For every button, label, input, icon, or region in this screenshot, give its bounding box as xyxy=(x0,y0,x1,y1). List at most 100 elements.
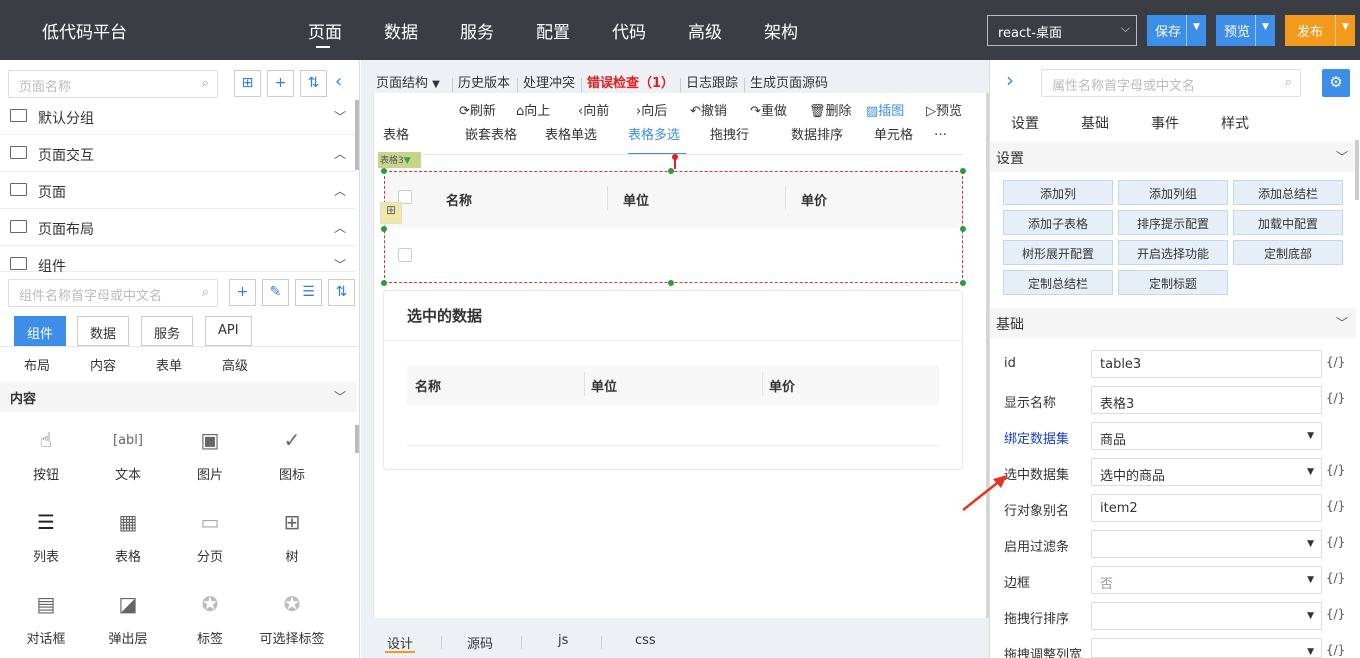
caret-down-icon[interactable]: ▼ xyxy=(1186,15,1206,46)
enable-selection-button[interactable]: 开启选择功能 xyxy=(1118,240,1228,265)
prop-bind-dataset-select[interactable]: 商品 ▼ xyxy=(1091,422,1322,450)
canvas-tab-table[interactable]: 表格 xyxy=(383,124,409,143)
wrench-button[interactable]: ✎ xyxy=(262,279,289,306)
component-list[interactable]: ☰ 列表 xyxy=(6,510,86,565)
save-button[interactable]: 保存 ▼ xyxy=(1147,15,1206,46)
backward-action[interactable]: ›向后 xyxy=(636,100,667,119)
prop-id-input[interactable]: table3 xyxy=(1091,350,1322,378)
resize-handle[interactable] xyxy=(381,168,387,174)
component-table[interactable]: ▦ 表格 xyxy=(88,510,168,565)
prop-row-alias-input[interactable]: item2 xyxy=(1091,494,1322,522)
prop-drag-row-sort-select[interactable]: ▼ xyxy=(1091,602,1322,630)
resize-handle[interactable] xyxy=(960,280,966,286)
tab-service[interactable]: 服务 xyxy=(141,316,194,346)
preview-action[interactable]: ▷预览 xyxy=(926,100,962,119)
canvas-tab-nested[interactable]: 嵌套表格 xyxy=(465,124,517,143)
resize-handle[interactable] xyxy=(960,226,966,232)
subtab-form[interactable]: 表单 xyxy=(156,355,182,374)
tab-css[interactable]: css xyxy=(635,633,656,648)
forward-action[interactable]: ‹向前 xyxy=(578,100,609,119)
add-summary-button[interactable]: 添加总结栏 xyxy=(1233,180,1343,205)
subtab-content[interactable]: 内容 xyxy=(90,355,116,374)
prop-label-bind-dataset[interactable]: 绑定数据集 xyxy=(1004,428,1069,447)
page-group-page[interactable]: 页面 ︿ xyxy=(0,173,356,209)
scrollbar[interactable] xyxy=(1355,140,1359,200)
nav-service[interactable]: 服务 xyxy=(460,18,494,43)
component-icon[interactable]: ✓ 图标 xyxy=(252,428,332,483)
canvas-tab-multi[interactable]: 表格多选 xyxy=(628,124,680,143)
canvas-tab-drag[interactable]: 拖拽行 xyxy=(710,124,749,143)
gear-icon[interactable]: ⚙ xyxy=(1322,69,1350,97)
component-tree[interactable]: ⊞ 树 xyxy=(252,510,332,565)
sort-tip-config-button[interactable]: 排序提示配置 xyxy=(1118,210,1228,235)
add-folder-button[interactable]: ⊞ xyxy=(234,70,261,97)
page-group-component[interactable]: 组件 ﹀ xyxy=(0,247,356,275)
settings-section-header[interactable]: 设置 ﹀ xyxy=(990,142,1356,172)
nav-advanced[interactable]: 高级 xyxy=(688,18,722,43)
expression-button[interactable]: {/} xyxy=(1326,535,1345,549)
component-text[interactable]: [abl] 文本 xyxy=(88,428,168,483)
delete-action[interactable]: 🗑删除 xyxy=(809,100,852,119)
undo-action[interactable]: ↶撤销 xyxy=(690,100,727,119)
canvas-tab-more[interactable]: … xyxy=(934,124,947,139)
expression-button[interactable]: {/} xyxy=(1326,355,1345,369)
sort-components-button[interactable]: ⇅ xyxy=(328,279,355,306)
property-search-input[interactable]: 属性名称首字母或中文名 ⌕ xyxy=(1041,69,1301,97)
history-version[interactable]: 历史版本 xyxy=(458,72,510,91)
prop-border-select[interactable]: 否 ▼ xyxy=(1091,566,1322,594)
project-select[interactable]: react-桌面 ⌵ xyxy=(987,15,1137,46)
insert-image-action[interactable]: ▨插图 xyxy=(866,100,904,119)
component-checkable-tag[interactable]: ✪ 可选择标签 xyxy=(252,592,332,647)
expression-button[interactable]: {/} xyxy=(1326,571,1345,585)
page-group-default[interactable]: 默认分组 ﹀ xyxy=(0,99,356,135)
tree-expand-config-button[interactable]: 树形展开配置 xyxy=(1003,240,1113,265)
add-column-group-button[interactable]: 添加列组 xyxy=(1118,180,1228,205)
custom-summary-button[interactable]: 定制总结栏 xyxy=(1003,270,1113,295)
collapse-left-icon[interactable]: ‹ xyxy=(335,71,342,92)
preview-button[interactable]: 预览 ▼ xyxy=(1216,15,1275,46)
component-tag[interactable]: ✪ 标签 xyxy=(170,592,250,647)
publish-button[interactable]: 发布 ▼ xyxy=(1285,15,1355,46)
component-search-input[interactable]: 组件名称首字母或中文名 ⌕ xyxy=(8,279,218,307)
resize-handle[interactable] xyxy=(381,226,387,232)
prop-display-name-input[interactable]: 表格3 xyxy=(1091,386,1322,414)
tab-components[interactable]: 组件 xyxy=(14,316,67,346)
nav-page[interactable]: 页面 xyxy=(308,18,342,43)
caret-down-icon[interactable]: ▼ xyxy=(1255,15,1275,46)
nav-architecture[interactable]: 架构 xyxy=(764,18,798,43)
tab-source[interactable]: 源码 xyxy=(467,633,493,652)
scrollbar[interactable] xyxy=(355,100,359,170)
rotate-handle[interactable] xyxy=(672,154,678,160)
sort-button[interactable]: ⇅ xyxy=(300,70,327,97)
component-image[interactable]: ▣ 图片 xyxy=(170,428,250,483)
custom-title-button[interactable]: 定制标题 xyxy=(1118,270,1228,295)
prop-filter-bar-select[interactable]: ▼ xyxy=(1091,530,1322,558)
tab-js[interactable]: js xyxy=(558,633,568,648)
tab-style[interactable]: 样式 xyxy=(1221,113,1249,133)
tab-design[interactable]: 设计 xyxy=(387,633,413,652)
indent-button[interactable]: ☰ xyxy=(295,279,322,306)
page-group-interaction[interactable]: 页面交互 ︿ xyxy=(0,136,356,172)
resize-handle[interactable] xyxy=(960,168,966,174)
row-checkbox[interactable] xyxy=(398,248,412,262)
add-subtable-button[interactable]: 添加子表格 xyxy=(1003,210,1113,235)
page-structure-menu[interactable]: 页面结构 ▼ xyxy=(376,72,440,91)
error-check[interactable]: 错误检查（1） xyxy=(587,72,674,91)
tab-settings[interactable]: 设置 xyxy=(1011,113,1039,133)
content-section-header[interactable]: 内容 ﹀ xyxy=(0,382,356,412)
expression-button[interactable]: {/} xyxy=(1326,463,1345,477)
canvas-tab-cell[interactable]: 单元格 xyxy=(874,124,913,143)
table-icon[interactable]: ⊞ xyxy=(380,202,402,224)
expression-button[interactable]: {/} xyxy=(1326,391,1345,405)
scrollbar[interactable] xyxy=(355,425,359,453)
log-trace[interactable]: 日志跟踪 xyxy=(686,72,738,91)
custom-footer-button[interactable]: 定制底部 xyxy=(1233,240,1343,265)
prop-selected-dataset-select[interactable]: 选中的商品 ▼ xyxy=(1091,458,1322,486)
nav-data[interactable]: 数据 xyxy=(384,18,418,43)
caret-down-icon[interactable]: ▼ xyxy=(1335,15,1355,46)
refresh-action[interactable]: ⟳刷新 xyxy=(459,100,496,119)
redo-action[interactable]: ↷重做 xyxy=(750,100,787,119)
prop-resize-column-select[interactable]: ▼ xyxy=(1091,638,1322,658)
subtab-layout[interactable]: 布局 xyxy=(24,355,50,374)
tab-events[interactable]: 事件 xyxy=(1151,113,1179,133)
